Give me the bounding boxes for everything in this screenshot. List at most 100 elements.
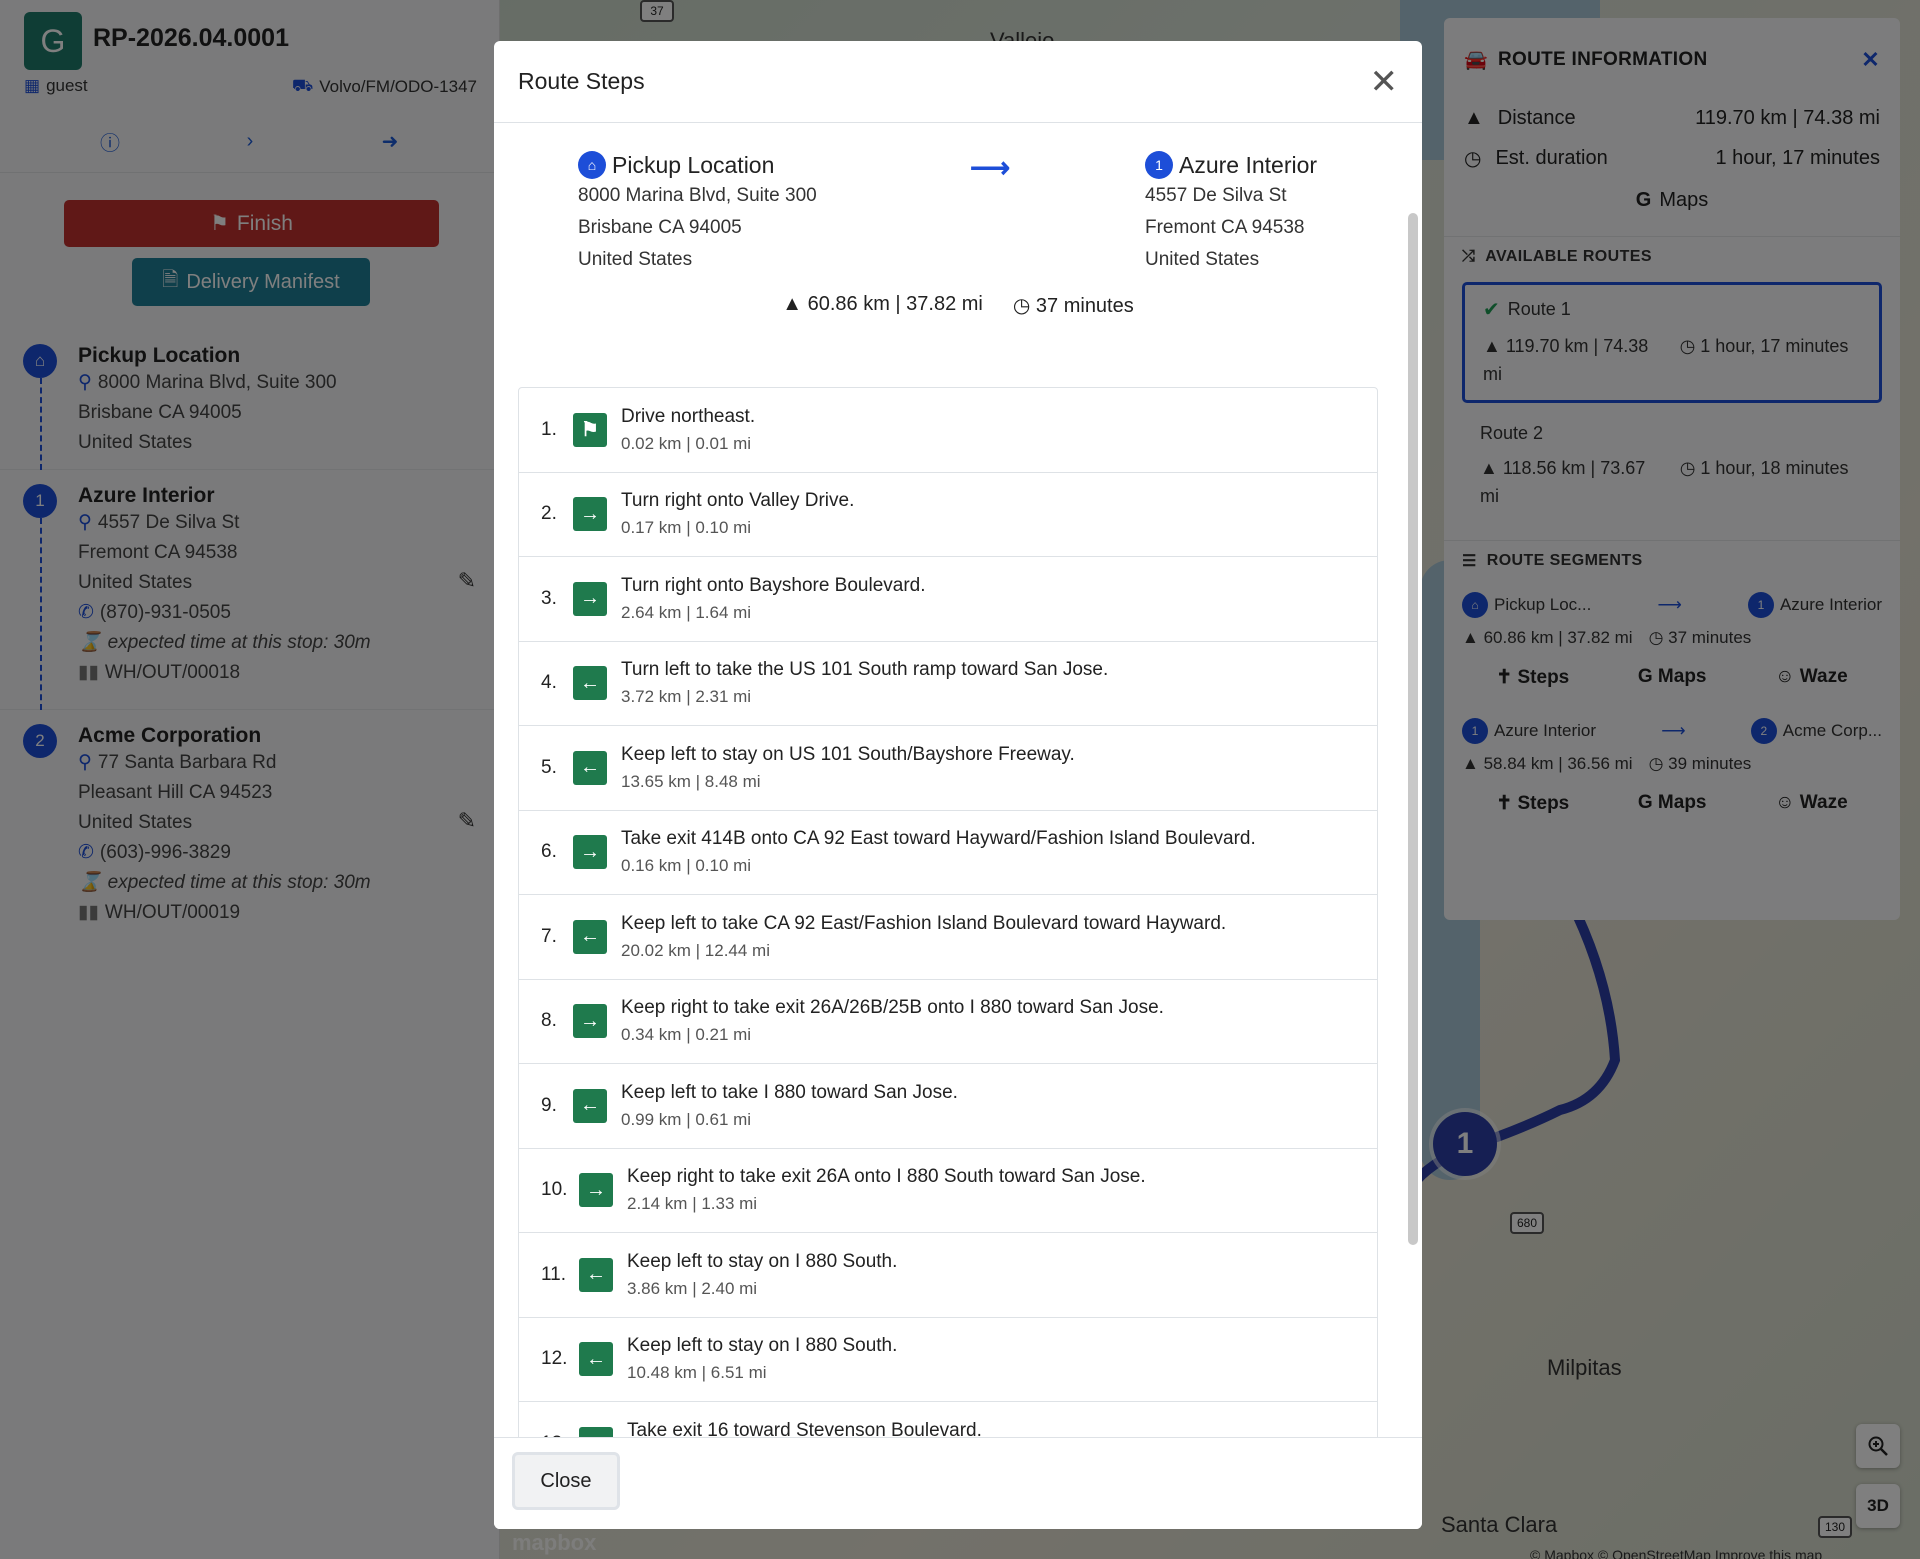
step-distance: 0.17 km | 0.10 mi [621,518,752,538]
step-distance: 2.64 km | 1.64 mi [621,602,752,622]
list-item: 5. ← Keep left to stay on US 101 South/Bay… [519,726,1377,811]
step-distance: 0.02 km | 0.01 mi [621,433,752,453]
step-content: Turn right onto Valley Drive. 0.17 km | 0… [621,490,854,538]
from-name: Pickup Location [612,151,775,178]
step-content: Keep left to stay on I 880 South. 10.48 k… [627,1335,897,1383]
modal-title: Route Steps [518,68,645,94]
modal-footer: Close [494,1437,1422,1529]
step-distance: 3.86 km | 2.40 mi [627,1278,758,1298]
step-instruction: Keep left to stay on I 880 South. [627,1250,898,1272]
to-city: Fremont CA 94538 [1145,217,1305,238]
from-address: 8000 Marina Blvd, Suite 300 [578,185,817,206]
list-item: 12. ← Keep left to stay on I 880 South. 10.… [519,1318,1377,1402]
list-item: 8. → Keep right to take exit 26A/26B/25B o… [519,980,1377,1064]
clock-icon: ◷ [1012,295,1036,317]
arrow-right-icon: → [579,1173,613,1208]
list-item: 9. ← Keep left to take I 880 toward San Jo… [519,1064,1377,1149]
step-instruction: Take exit 414B onto CA 92 East toward Ha… [621,828,1256,850]
step-number: 3. [541,587,557,609]
modal-header: Route Steps ✕ [494,41,1422,123]
summary-from: ⌂ Pickup Location 8000 Marina Blvd, Suite… [578,151,817,275]
summary-to: 1 Azure Interior 4557 De Silva St Fremont… [1145,151,1317,275]
step-content: Turn right onto Bayshore Boulevard. 2.64 … [621,575,926,623]
step-instruction: Keep left to stay on US 101 South/Baysho… [621,743,1075,765]
to-badge: 1 [1145,151,1173,179]
step-content: Keep left to stay on I 880 South. 3.86 km… [627,1251,897,1299]
step-number: 9. [541,1094,557,1116]
list-item: 10. → Keep right to take exit 26A onto I 8… [519,1149,1377,1233]
arrow-right-icon: ⟶ [970,152,1011,183]
step-instruction: Turn right onto Valley Drive. [621,490,855,512]
step-instruction: Turn right onto Bayshore Boulevard. [621,574,926,596]
step-distance: 10.48 km | 6.51 mi [627,1363,767,1383]
step-number: 7. [541,925,557,947]
route-summary: ⌂ Pickup Location 8000 Marina Blvd, Suite… [494,123,1422,343]
summary-stats: ▲ 60.86 km | 37.82 mi ◷ 37 minutes [494,293,1422,318]
arrow-left-icon: ← [573,919,607,954]
close-icon[interactable]: ✕ [1370,65,1399,99]
step-instruction: Drive northeast. [621,405,756,427]
from-country: United States [578,249,693,270]
step-content: Drive northeast. 0.02 km | 0.01 mi [621,406,755,454]
step-content: Keep right to take exit 26A onto I 880 S… [627,1166,1146,1214]
steps-list: 1. ⚑ Drive northeast. 0.02 km | 0.01 mi 2. → T… [518,387,1378,1478]
list-item: 6. → Take exit 414B onto CA 92 East toward… [519,811,1377,895]
flag-icon: ⚑ [573,412,607,447]
step-content: Take exit 414B onto CA 92 East toward Ha… [621,828,1256,876]
step-number: 12. [541,1348,568,1370]
road-icon: ▲ [782,293,808,315]
arrow-left-icon: ← [579,1342,613,1377]
modal-body[interactable]: ⌂ Pickup Location 8000 Marina Blvd, Suite… [494,123,1422,1478]
step-distance: 2.14 km | 1.33 mi [627,1194,758,1214]
step-distance: 0.34 km | 0.21 mi [621,1025,752,1045]
step-number: 5. [541,756,557,778]
step-instruction: Keep left to stay on I 880 South. [627,1335,898,1357]
step-instruction: Keep right to take exit 26A onto I 880 S… [627,1166,1146,1188]
step-content: Keep right to take exit 26A/26B/25B onto… [621,997,1164,1045]
step-content: Turn left to take the US 101 South ramp … [621,659,1108,707]
to-name: Azure Interior [1179,151,1318,178]
step-distance: 0.16 km | 0.10 mi [621,856,752,876]
home-icon: ⌂ [578,151,606,179]
list-item: 7. ← Keep left to take CA 92 East/Fashion … [519,895,1377,980]
step-number: 6. [541,841,557,863]
step-distance: 13.65 km | 8.48 mi [621,771,761,791]
step-distance: 20.02 km | 12.44 mi [621,940,770,960]
from-city: Brisbane CA 94005 [578,217,742,238]
close-button[interactable]: Close [512,1452,620,1510]
step-instruction: Keep left to take I 880 toward San Jose. [621,1081,958,1103]
step-content: Keep left to stay on US 101 South/Baysho… [621,744,1075,792]
step-instruction: Turn left to take the US 101 South ramp … [621,659,1109,681]
step-number: 4. [541,672,557,694]
step-content: Keep left to take I 880 toward San Jose.… [621,1082,958,1130]
step-distance: 3.72 km | 2.31 mi [621,687,752,707]
step-number: 2. [541,503,557,525]
summary-duration: ◷ 37 minutes [1012,295,1134,317]
to-country: United States [1145,249,1260,270]
arrow-left-icon: ← [573,750,607,785]
step-number: 8. [541,1010,557,1032]
to-address: 4557 De Silva St [1145,185,1287,206]
step-instruction: Keep left to take CA 92 East/Fashion Isl… [621,912,1227,934]
step-content: Keep left to take CA 92 East/Fashion Isl… [621,913,1226,961]
arrow-left-icon: ← [573,1088,607,1123]
step-number: 1. [541,418,557,440]
step-number: 10. [541,1179,568,1201]
list-item: 11. ← Keep left to stay on I 880 South. 3.8… [519,1233,1377,1318]
list-item: 1. ⚑ Drive northeast. 0.02 km | 0.01 mi [519,388,1377,473]
step-instruction: Keep right to take exit 26A/26B/25B onto… [621,997,1164,1019]
arrow-left-icon: ← [579,1257,613,1292]
step-number: 11. [541,1263,567,1285]
scrollbar[interactable] [1408,213,1418,1245]
arrow-right-icon: → [573,581,607,616]
list-item: 4. ← Turn left to take the US 101 South ra… [519,642,1377,726]
list-item: 3. → Turn right onto Bayshore Boulevard. 2.… [519,557,1377,642]
summary-distance: ▲ 60.86 km | 37.82 mi [782,293,983,315]
step-distance: 0.99 km | 0.61 mi [621,1109,752,1129]
arrow-left-icon: ← [573,666,607,701]
arrow-right-icon: → [573,1004,607,1039]
list-item: 2. → Turn right onto Valley Drive. 0.17 km … [519,473,1377,557]
arrow-right-icon: → [573,497,607,532]
arrow-right-icon: → [573,835,607,870]
route-steps-modal: Route Steps ✕ ⌂ Pickup Location 8000 Mari… [494,41,1422,1529]
